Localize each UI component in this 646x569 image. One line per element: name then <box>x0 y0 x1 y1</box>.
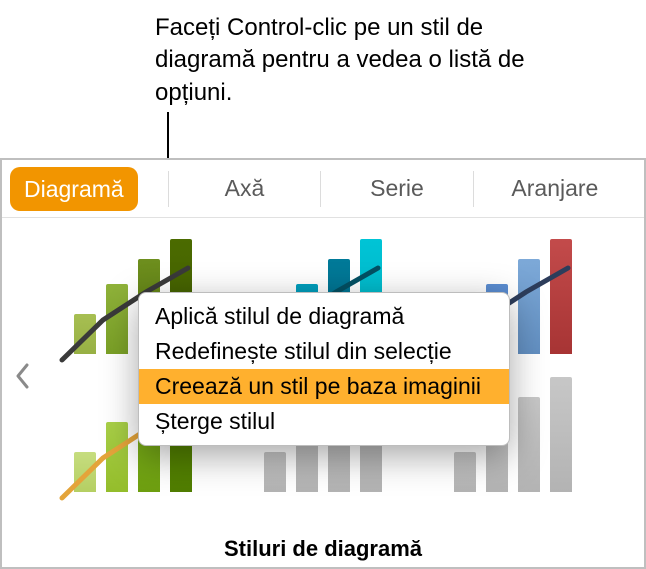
tab-aranjare[interactable]: Aranjare <box>474 160 636 217</box>
menu-item-delete-style[interactable]: Șterge stilul <box>139 404 509 439</box>
chart-style-context-menu: Aplică stilul de diagramă Redefinește st… <box>138 292 510 446</box>
thumb-bar <box>74 452 96 492</box>
thumb-bar <box>550 239 572 354</box>
thumb-bar <box>106 284 128 354</box>
page-indicator <box>2 562 644 569</box>
menu-item-create-style-from-image[interactable]: Creează un stil pe baza imaginii <box>139 369 509 404</box>
thumb-bar <box>518 259 540 354</box>
menu-item-apply-style[interactable]: Aplică stilul de diagramă <box>139 299 509 334</box>
chevron-left-icon[interactable] <box>8 363 36 397</box>
thumb-bar <box>264 452 286 492</box>
thumb-bar <box>550 377 572 492</box>
inspector-panel: Diagramă Axă Serie Aranjare <box>0 158 646 569</box>
thumb-bar <box>74 314 96 354</box>
menu-item-redefine-style[interactable]: Redefinește stilul din selecție <box>139 334 509 369</box>
inspector-tabbar: Diagramă Axă Serie Aranjare <box>2 160 644 218</box>
callout-text: Faceți Control-clic pe un stil de diagra… <box>155 12 585 109</box>
thumb-bar <box>106 422 128 492</box>
tab-diagrama[interactable]: Diagramă <box>10 167 138 211</box>
tab-axa[interactable]: Axă <box>169 160 321 217</box>
tab-serie[interactable]: Serie <box>321 160 473 217</box>
thumb-bar <box>518 397 540 492</box>
thumb-bar <box>454 452 476 492</box>
section-title-chart-styles: Stiluri de diagramă <box>2 528 644 562</box>
chart-styles-area: Aplică stilul de diagramă Redefinește st… <box>2 218 644 528</box>
